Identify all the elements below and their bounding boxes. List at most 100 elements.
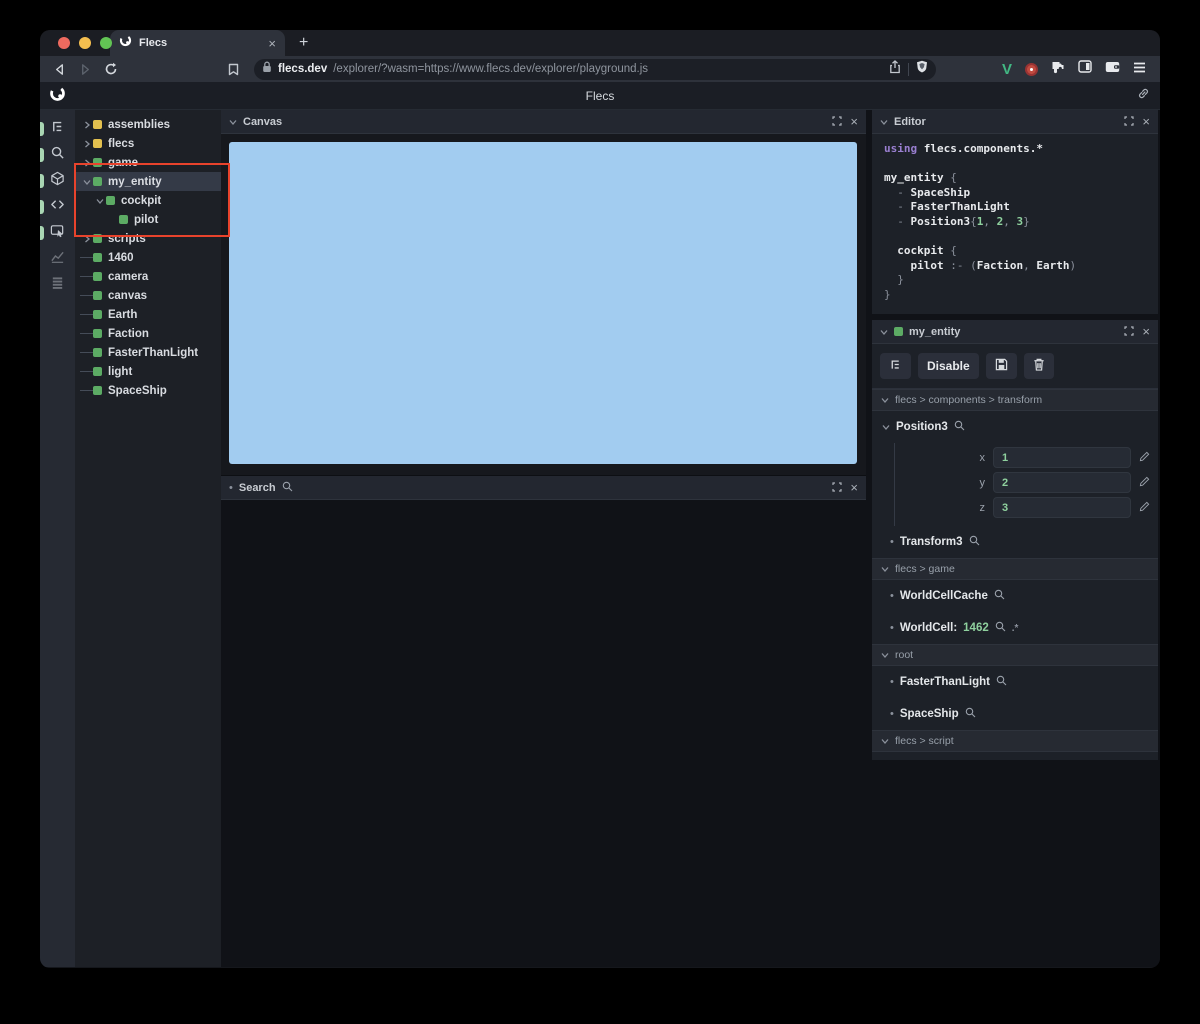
tree-item-scripts[interactable]: scripts [75, 229, 221, 248]
forward-icon[interactable] [76, 61, 94, 77]
sidebar-toggle-icon[interactable] [1078, 60, 1092, 78]
component-row-Script[interactable]: •Script:main.* [872, 752, 1158, 760]
component-row-Transform3[interactable]: • Transform3 [872, 526, 1158, 558]
rows-view-button[interactable] [40, 272, 75, 298]
search-small-icon[interactable] [994, 587, 1005, 605]
chevron-down-icon[interactable] [880, 113, 888, 131]
section-header[interactable]: flecs > game [872, 558, 1158, 580]
delete-button[interactable] [1023, 353, 1054, 379]
stats-view-button[interactable] [40, 246, 75, 272]
url-bar[interactable]: flecs.dev /explorer/?wasm=https://www.fl… [254, 58, 936, 80]
menu-hamburger-icon[interactable] [1133, 60, 1146, 78]
wallet-icon[interactable] [1105, 60, 1120, 78]
close-icon[interactable]: × [850, 115, 858, 128]
tree-guide-dash [80, 390, 93, 391]
chevron-down-icon [881, 732, 889, 750]
close-icon[interactable]: × [850, 481, 858, 494]
tree-view-button[interactable] [40, 116, 75, 142]
chevron-down-icon[interactable] [93, 197, 106, 205]
section-header[interactable]: flecs > script [872, 730, 1158, 752]
section-header[interactable]: root [872, 644, 1158, 666]
edit-pencil-icon[interactable] [1139, 499, 1150, 517]
tree-item-1460[interactable]: 1460 [75, 248, 221, 267]
chevron-right-icon[interactable] [80, 235, 93, 243]
bookmark-icon[interactable] [224, 61, 242, 77]
x-value-input[interactable] [993, 447, 1131, 468]
disable-button[interactable]: Disable [918, 353, 979, 379]
search-small-icon[interactable] [954, 418, 965, 436]
tree-item-canvas[interactable]: canvas [75, 286, 221, 305]
chevron-down-icon[interactable] [229, 113, 237, 131]
divider [907, 62, 909, 76]
bullet-icon: • [890, 590, 894, 602]
tree-item-assemblies[interactable]: assemblies [75, 115, 221, 134]
tree-item-game[interactable]: game [75, 153, 221, 172]
tree-item-SpaceShip[interactable]: SpaceShip [75, 381, 221, 400]
y-value-input[interactable] [993, 472, 1131, 493]
tree-item-FasterThanLight[interactable]: FasterThanLight [75, 343, 221, 362]
component-row-FasterThanLight[interactable]: • FasterThanLight [872, 666, 1158, 698]
vue-devtools-extension-icon[interactable]: V [1002, 61, 1012, 78]
edit-pencil-icon[interactable] [1139, 474, 1150, 492]
entity-tree-panel: assemblies flecs game my_entity cockpit pilot… [75, 110, 221, 967]
editor-view-button[interactable] [40, 194, 75, 220]
tree-goto-button[interactable] [880, 353, 911, 379]
close-icon[interactable]: × [1142, 325, 1150, 338]
expand-icon[interactable] [832, 479, 843, 497]
minimize-window-button[interactable] [79, 37, 91, 49]
browser-tab[interactable]: Flecs × [110, 30, 285, 56]
tree-item-camera[interactable]: camera [75, 267, 221, 286]
puzzle-extensions-icon[interactable] [1051, 60, 1065, 79]
search-small-icon[interactable] [975, 759, 986, 760]
tree-item-Faction[interactable]: Faction [75, 324, 221, 343]
section-header[interactable]: flecs > components > transform [872, 389, 1158, 411]
brave-shield-icon[interactable] [916, 60, 928, 78]
canvas-viewport[interactable] [229, 142, 857, 464]
tab-close-icon[interactable]: × [268, 36, 276, 51]
search-small-icon[interactable] [965, 705, 976, 723]
close-icon[interactable]: × [1142, 115, 1150, 128]
active-pill [40, 226, 44, 240]
canvas-view-button[interactable] [40, 168, 75, 194]
component-row-Position3[interactable]: Position3 [872, 411, 1158, 443]
search-small-icon[interactable] [996, 673, 1007, 691]
expand-icon[interactable] [1124, 323, 1135, 341]
component-name: FasterThanLight [899, 676, 990, 688]
expand-icon[interactable] [832, 113, 843, 131]
tree-item-my_entity[interactable]: my_entity [75, 172, 221, 191]
expand-icon[interactable] [1124, 113, 1135, 131]
zoom-window-button[interactable] [100, 37, 112, 49]
tree-item-cockpit[interactable]: cockpit [75, 191, 221, 210]
chevron-down-icon[interactable] [80, 178, 93, 186]
edit-pencil-icon[interactable] [1139, 449, 1150, 467]
tree-item-light[interactable]: light [75, 362, 221, 381]
inspector-view-button[interactable] [40, 220, 75, 246]
close-window-button[interactable] [58, 37, 70, 49]
component-row-WorldCellCache[interactable]: • WorldCellCache [872, 580, 1158, 612]
code-editor[interactable]: using flecs.components.* my_entity { - S… [872, 134, 1158, 314]
component-row-WorldCell[interactable]: • WorldCell: 1462 .* [872, 612, 1158, 644]
tree-item-flecs[interactable]: flecs [75, 134, 221, 153]
chevron-right-icon[interactable] [80, 140, 93, 148]
tree-item-pilot[interactable]: pilot [75, 210, 221, 229]
chevron-right-icon[interactable] [80, 159, 93, 167]
share-icon[interactable] [889, 59, 901, 79]
search-small-icon[interactable] [969, 533, 980, 551]
chevron-right-icon[interactable] [80, 121, 93, 129]
tab-favicon-flecs-logo-icon [119, 34, 132, 52]
chevron-down-icon[interactable] [880, 323, 888, 341]
component-row-SpaceShip[interactable]: • SpaceShip [872, 698, 1158, 730]
back-icon[interactable] [50, 61, 68, 77]
link-icon[interactable] [1137, 87, 1150, 105]
editor-panel-header: Editor × [872, 110, 1158, 134]
z-value-input[interactable] [993, 497, 1131, 518]
search-small-icon[interactable] [995, 619, 1006, 637]
search-view-button[interactable] [40, 142, 75, 168]
tree-item-Earth[interactable]: Earth [75, 305, 221, 324]
save-button[interactable] [985, 353, 1017, 379]
red-extension-icon[interactable] [1025, 62, 1038, 76]
section-title: root [895, 649, 914, 661]
reload-icon[interactable] [102, 61, 120, 77]
new-tab-button[interactable]: + [299, 34, 308, 56]
